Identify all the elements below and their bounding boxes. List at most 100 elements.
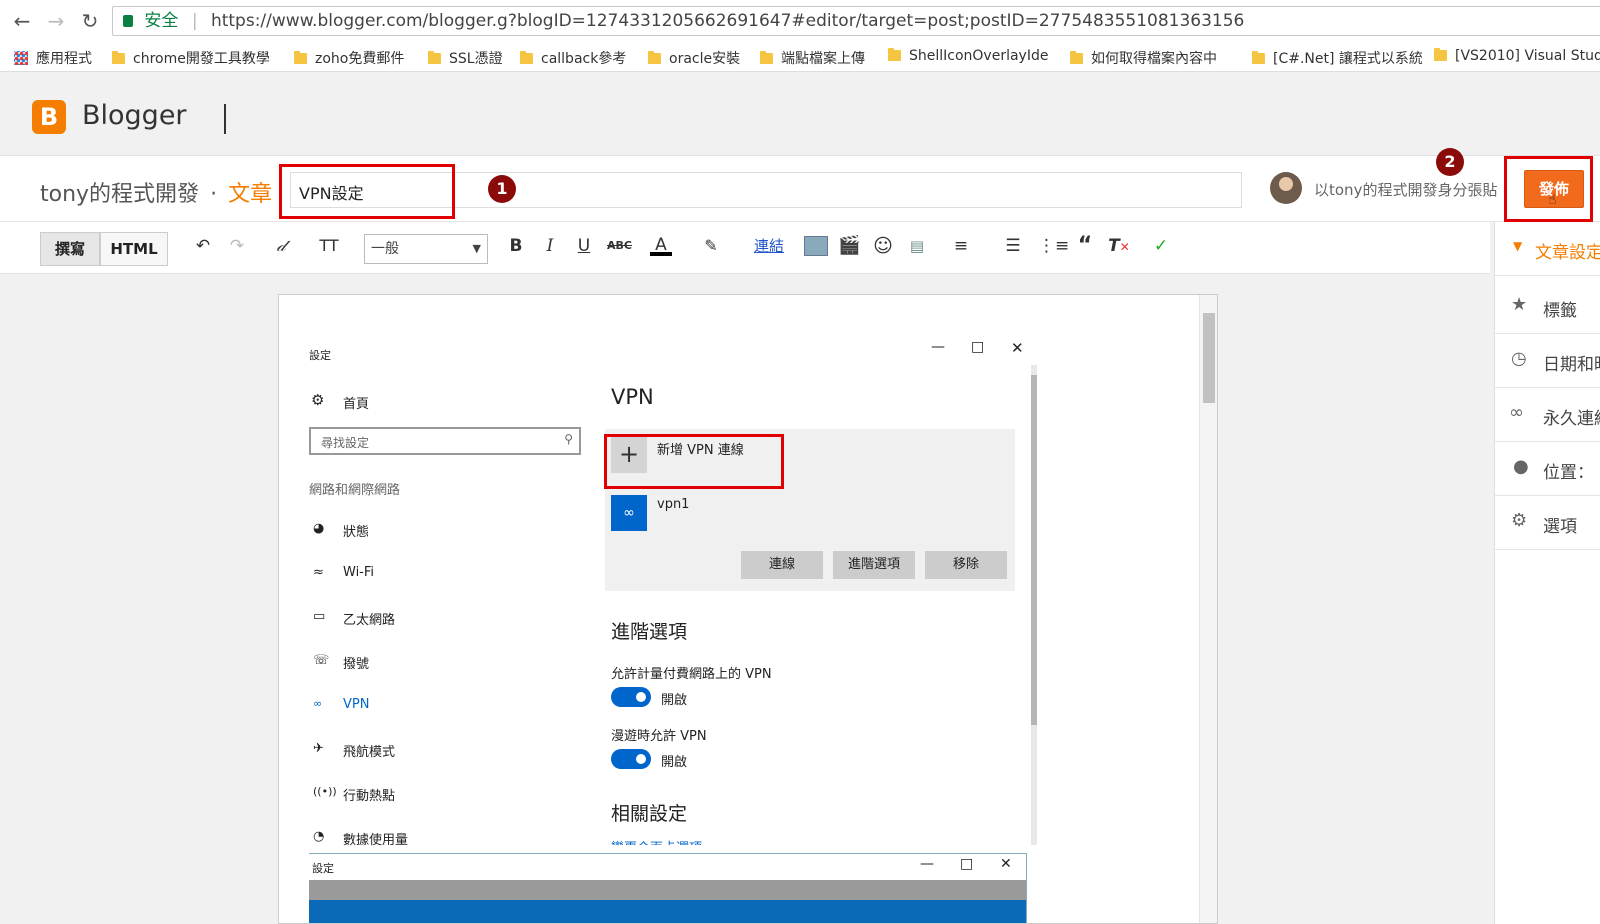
hotspot-icon: ((•)) bbox=[313, 785, 337, 798]
bookmarks-bar: 應用程式 chrome開發工具教學 zoho免費郵件 SSL憑證 callbac… bbox=[0, 42, 1600, 72]
forward-icon[interactable]: → bbox=[44, 10, 68, 34]
annotation-box-add-vpn bbox=[604, 434, 784, 489]
highlight-icon[interactable]: ✎ bbox=[700, 234, 722, 258]
bookmark-item[interactable]: zoho免費郵件 bbox=[294, 48, 424, 68]
vpn-advanced-button: 進階選項 bbox=[833, 551, 915, 579]
sidebar-item-location[interactable]: ● 位置： bbox=[1495, 442, 1600, 496]
bookmark-item[interactable]: SSL憑證 bbox=[428, 48, 520, 68]
folder-icon bbox=[1070, 51, 1083, 64]
italic-icon[interactable]: I bbox=[539, 234, 561, 258]
related-link-clip: 變更介面卡選項 bbox=[611, 837, 751, 845]
folder-icon bbox=[648, 51, 661, 64]
metered-label: 允許計量付費網路上的 VPN bbox=[611, 667, 772, 682]
vpn-connect-button: 連線 bbox=[741, 551, 823, 579]
avatar[interactable] bbox=[1270, 172, 1302, 204]
secure-label: 安全 bbox=[144, 11, 179, 31]
tab-html[interactable]: HTML bbox=[100, 232, 168, 266]
blogger-logo-icon[interactable]: B bbox=[32, 100, 66, 134]
bookmark-item[interactable]: callback參考 bbox=[520, 48, 638, 68]
blogger-header: B Blogger bbox=[0, 72, 1600, 156]
caret-down-icon: ▼ bbox=[1513, 239, 1523, 253]
address-bar[interactable]: 安全 | https://www.blogger.com/blogger.g?b… bbox=[112, 6, 1600, 36]
close-icon: ✕ bbox=[1000, 856, 1012, 872]
reload-icon[interactable]: ↻ bbox=[78, 10, 102, 34]
post-label: 文章 bbox=[228, 182, 273, 207]
align-icon[interactable]: ≡ bbox=[950, 234, 972, 258]
emoji-icon[interactable]: ☺ bbox=[872, 234, 894, 258]
screen: ← → ↻ 安全 | https://www.blogger.com/blogg… bbox=[0, 0, 1600, 924]
bookmark-item[interactable]: [C#.Net] 讓程式以系統 bbox=[1252, 48, 1422, 68]
undo-icon[interactable]: ↶ bbox=[192, 234, 214, 258]
text-color-icon[interactable]: A bbox=[650, 234, 672, 256]
second-settings-window-image: 設定 — □ ✕ bbox=[309, 853, 1027, 923]
airplane-icon: ✈ bbox=[313, 741, 324, 756]
maximize-icon: □ bbox=[960, 856, 974, 872]
gear-icon: ⚙ bbox=[1511, 510, 1528, 531]
wifi-icon: ≈ bbox=[313, 565, 324, 580]
close-icon: ✕ bbox=[1011, 339, 1024, 357]
image-icon[interactable] bbox=[804, 236, 828, 256]
format-select[interactable]: 一般 ▼ bbox=[364, 234, 488, 264]
related-heading: 相關設定 bbox=[611, 803, 688, 825]
bookmark-item[interactable]: 端點檔案上傳 bbox=[760, 48, 882, 68]
folder-icon bbox=[112, 51, 125, 64]
bookmark-item[interactable]: oracle安裝 bbox=[648, 48, 752, 68]
roaming-state: 開啟 bbox=[661, 755, 688, 770]
blog-name[interactable]: tony的程式開發 bbox=[40, 182, 199, 207]
metered-toggle bbox=[611, 687, 651, 707]
header-divider bbox=[224, 104, 226, 134]
settings-nav-item: 飛航模式 bbox=[343, 745, 396, 760]
vpn-nav-icon: ∞ bbox=[313, 697, 323, 710]
video-icon[interactable]: 🎬 bbox=[838, 234, 860, 258]
sidebar-item-options[interactable]: ⚙ 選項 bbox=[1495, 496, 1600, 550]
status-icon: ◕ bbox=[313, 521, 325, 536]
editor-canvas[interactable]: 設定 — □ ✕ ⚙ 首頁 尋找設定 ⚲ 網路和網際網路 ◕ 狀態 ≈ Wi-F… bbox=[278, 294, 1218, 924]
location-pin-icon: ● bbox=[1513, 456, 1529, 477]
clock-icon: ◷ bbox=[1511, 348, 1527, 369]
bookmark-item[interactable]: 如何取得檔案內容中 bbox=[1070, 48, 1240, 68]
clear-format-icon[interactable]: T✕ bbox=[1108, 234, 1130, 258]
post-settings-header[interactable]: ▼ 文章設定 bbox=[1495, 222, 1600, 276]
sidebar-item-labels[interactable]: ★ 標籤 bbox=[1495, 280, 1600, 334]
underline-icon[interactable]: U bbox=[573, 234, 595, 258]
jump-break-icon[interactable]: ▤ bbox=[906, 234, 928, 258]
bulleted-list-icon[interactable]: ⋮≡ bbox=[1038, 234, 1069, 258]
numbered-list-icon[interactable]: ☰ bbox=[1002, 234, 1024, 258]
settings-nav-item: 乙太網路 bbox=[343, 613, 396, 628]
bookmark-apps[interactable]: 應用程式 bbox=[14, 48, 92, 68]
folder-icon bbox=[1252, 51, 1265, 64]
folder-icon bbox=[760, 51, 773, 64]
vpn-heading: VPN bbox=[611, 385, 654, 409]
browser-toolbar: ← → ↻ 安全 | https://www.blogger.com/blogg… bbox=[0, 0, 1600, 42]
minimize-icon: — bbox=[931, 339, 945, 355]
search-icon: ⚲ bbox=[564, 432, 573, 446]
second-window-title: 設定 bbox=[312, 862, 334, 875]
spellcheck-icon[interactable]: ✓ bbox=[1150, 234, 1172, 258]
data-usage-icon: ◔ bbox=[313, 829, 325, 844]
editor-scrollbar[interactable] bbox=[1199, 295, 1217, 923]
link-button[interactable]: 連結 bbox=[752, 234, 786, 258]
sidebar-item-schedule[interactable]: ◷日期和時 bbox=[1495, 334, 1600, 388]
back-icon[interactable]: ← bbox=[10, 10, 34, 34]
settings-section-label: 網路和網際網路 bbox=[309, 483, 401, 498]
bookmark-item[interactable]: [VS2010] Visual Stud bbox=[1434, 48, 1600, 64]
settings-nav-item: 數據使用量 bbox=[343, 833, 409, 848]
quote-icon[interactable]: “ bbox=[1074, 234, 1096, 258]
publish-as-text: 以tony的程式開發身分張貼 bbox=[1314, 181, 1498, 199]
sidebar-item-permalink[interactable]: ∞永久連結 bbox=[1495, 388, 1600, 442]
bookmark-item[interactable]: chrome開發工具教學 bbox=[112, 48, 282, 68]
blog-breadcrumb: tony的程式開發 · 文章 bbox=[40, 182, 273, 207]
post-title-bar: tony的程式開發 · 文章 VPN設定 以tony的程式開發身分張貼 發佈 ☝ bbox=[0, 156, 1600, 222]
folder-icon bbox=[888, 48, 901, 61]
strikethrough-icon[interactable]: ABC bbox=[607, 234, 632, 258]
redo-icon[interactable]: ↷ bbox=[226, 234, 248, 258]
tab-compose[interactable]: 撰寫 bbox=[40, 232, 100, 266]
font-family-icon[interactable]: 𝒹 bbox=[270, 234, 292, 258]
chevron-down-icon: ▼ bbox=[472, 242, 481, 255]
lock-icon bbox=[123, 15, 133, 27]
folder-icon bbox=[428, 51, 441, 64]
settings-nav-item: Wi-Fi bbox=[343, 565, 375, 580]
font-size-icon[interactable]: TT bbox=[318, 234, 340, 258]
bold-icon[interactable]: B bbox=[505, 234, 527, 258]
bookmark-item[interactable]: ShellIconOverlayIde bbox=[888, 48, 1058, 64]
